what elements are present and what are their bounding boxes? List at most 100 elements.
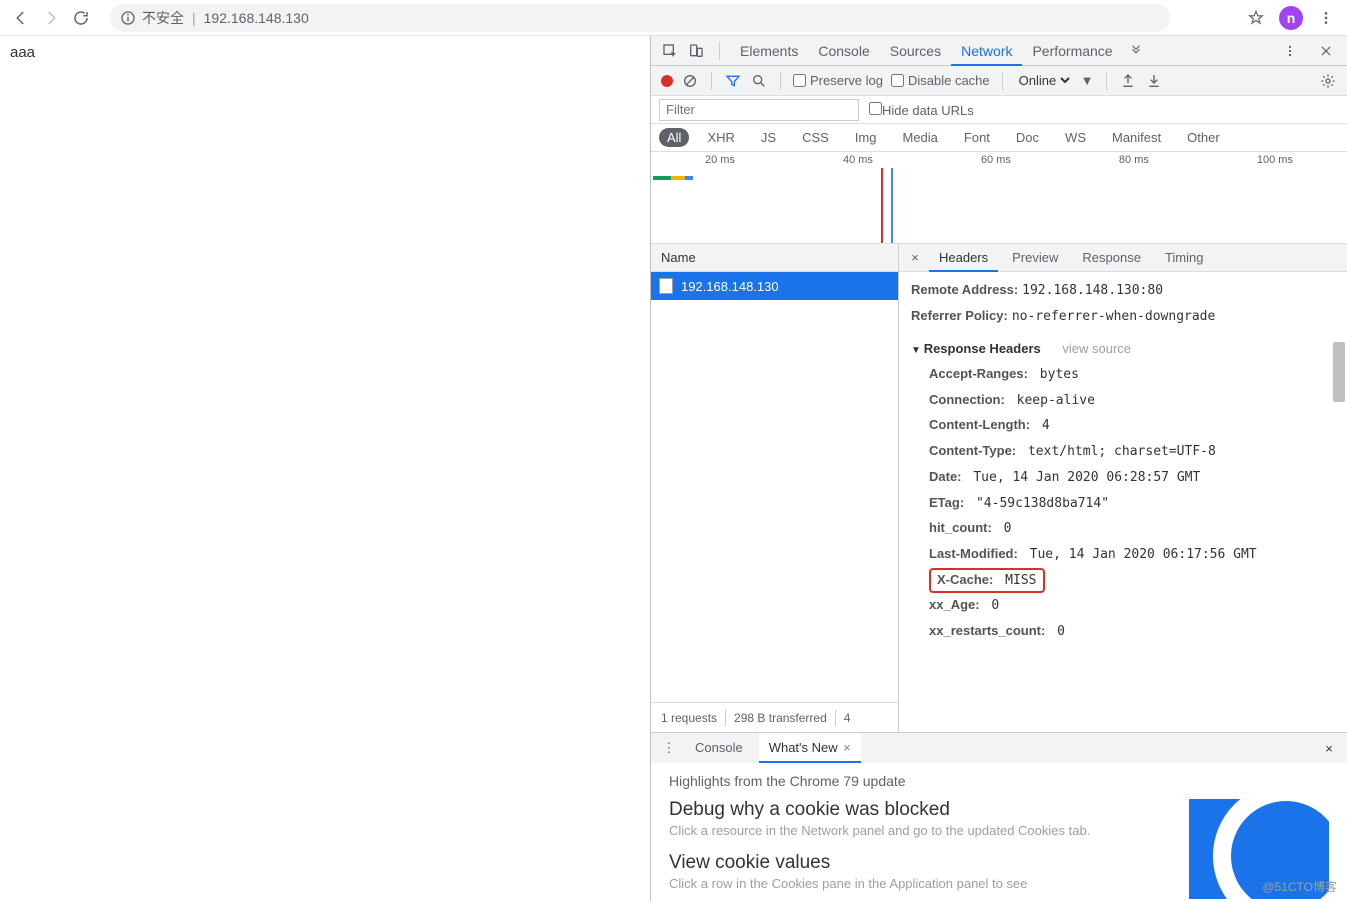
- request-list-header[interactable]: Name: [651, 244, 898, 272]
- type-filter-all[interactable]: All: [659, 128, 689, 147]
- info-icon: [120, 10, 136, 26]
- details-tab-preview[interactable]: Preview: [1002, 244, 1068, 272]
- preserve-log-checkbox[interactable]: Preserve log: [793, 73, 883, 88]
- tab-console[interactable]: Console: [808, 36, 879, 66]
- details-close-icon[interactable]: ×: [905, 250, 925, 265]
- timeline-label: 100 ms: [1257, 154, 1293, 166]
- type-filter-row: All XHR JS CSS Img Media Font Doc WS Man…: [651, 124, 1347, 152]
- details-tabs: × Headers Preview Response Timing: [899, 244, 1347, 272]
- menu-icon[interactable]: [1317, 9, 1335, 27]
- timeline-label: 20 ms: [705, 154, 735, 166]
- page-viewport: aaa: [0, 36, 650, 901]
- inspect-icon[interactable]: [657, 38, 683, 64]
- url-text: 192.168.148.130: [204, 10, 309, 26]
- disable-cache-checkbox[interactable]: Disable cache: [891, 73, 990, 88]
- headers-body[interactable]: Remote Address:192.168.148.130:80 Referr…: [899, 272, 1347, 732]
- header-row: Content-Type: text/html; charset=UTF-8: [929, 439, 1335, 465]
- timeline-label: 60 ms: [981, 154, 1011, 166]
- header-row: Remote Address:192.168.148.130:80: [911, 278, 1335, 304]
- scrollbar[interactable]: [1333, 342, 1345, 402]
- header-row: Accept-Ranges: bytes: [929, 362, 1335, 388]
- drawer-headline: Highlights from the Chrome 79 update: [669, 773, 1329, 789]
- omnibox[interactable]: 不安全 | 192.168.148.130: [110, 4, 1170, 32]
- reload-button[interactable]: [72, 9, 90, 27]
- drawer-menu-icon[interactable]: ⋮: [659, 740, 679, 756]
- timeline-label: 40 ms: [843, 154, 873, 166]
- watermark: @51CTO博客: [1262, 878, 1337, 895]
- timeline-overview[interactable]: 20 ms 40 ms 60 ms 80 ms 100 ms: [651, 152, 1347, 244]
- header-row: Connection: keep-alive: [929, 388, 1335, 414]
- drawer-tab-console[interactable]: Console: [685, 733, 753, 763]
- details-tab-timing[interactable]: Timing: [1155, 244, 1214, 272]
- overview-marker-blue: [891, 168, 893, 243]
- details-tab-headers[interactable]: Headers: [929, 244, 998, 272]
- type-filter-js[interactable]: JS: [753, 128, 784, 147]
- footer-more: 4: [844, 711, 851, 725]
- tab-performance[interactable]: Performance: [1022, 36, 1122, 66]
- hide-data-urls-checkbox[interactable]: Hide data URLs: [869, 102, 974, 118]
- drawer-tab-whatsnew[interactable]: What's New ×: [759, 733, 861, 763]
- more-tabs-icon[interactable]: [1123, 38, 1149, 64]
- drawer-tab-close-icon[interactable]: ×: [840, 740, 851, 755]
- device-icon[interactable]: [683, 38, 709, 64]
- record-button[interactable]: [661, 75, 673, 87]
- header-row: Last-Modified: Tue, 14 Jan 2020 06:17:56…: [929, 542, 1335, 568]
- devtools-close-icon[interactable]: [1313, 38, 1339, 64]
- tab-network[interactable]: Network: [951, 36, 1022, 66]
- header-row: Content-Length: 4: [929, 413, 1335, 439]
- drawer: ⋮ Console What's New × × Highlights from…: [651, 732, 1347, 901]
- forward-button[interactable]: [42, 9, 60, 27]
- insecure-label: 不安全: [142, 8, 184, 28]
- document-icon: [659, 278, 673, 294]
- devtools-tabs: Elements Console Sources Network Perform…: [651, 36, 1347, 66]
- type-filter-ws[interactable]: WS: [1057, 128, 1094, 147]
- overview-marker-red: [881, 168, 883, 243]
- header-row: Referrer Policy:no-referrer-when-downgra…: [911, 304, 1335, 330]
- profile-avatar[interactable]: n: [1279, 6, 1303, 30]
- type-filter-doc[interactable]: Doc: [1008, 128, 1047, 147]
- clear-icon[interactable]: [681, 72, 699, 90]
- settings-icon[interactable]: [1319, 72, 1337, 90]
- request-footer: 1 requests 298 B transferred 4: [651, 702, 898, 732]
- tab-sources[interactable]: Sources: [880, 36, 951, 66]
- type-filter-other[interactable]: Other: [1179, 128, 1228, 147]
- type-filter-manifest[interactable]: Manifest: [1104, 128, 1169, 147]
- overview-bars: [653, 176, 693, 180]
- header-row: hit_count: 0: [929, 516, 1335, 542]
- type-filter-font[interactable]: Font: [956, 128, 998, 147]
- request-name: 192.168.148.130: [681, 279, 779, 294]
- download-icon[interactable]: [1145, 72, 1163, 90]
- drawer-close-icon[interactable]: ×: [1319, 741, 1339, 756]
- upload-icon[interactable]: [1119, 72, 1137, 90]
- type-filter-css[interactable]: CSS: [794, 128, 837, 147]
- header-row: Date: Tue, 14 Jan 2020 06:28:57 GMT: [929, 465, 1335, 491]
- view-source-link[interactable]: view source: [1062, 341, 1131, 356]
- network-toolbar: Preserve log Disable cache Online ▼: [651, 66, 1347, 96]
- footer-transferred: 298 B transferred: [734, 711, 827, 725]
- request-list: Name 192.168.148.130 1 requests 298 B tr…: [651, 244, 899, 732]
- type-filter-img[interactable]: Img: [847, 128, 885, 147]
- type-filter-media[interactable]: Media: [894, 128, 945, 147]
- header-row: ETag: "4-59c138d8ba714": [929, 491, 1335, 517]
- search-icon[interactable]: [750, 72, 768, 90]
- request-row[interactable]: 192.168.148.130: [651, 272, 898, 300]
- footer-requests: 1 requests: [661, 711, 717, 725]
- filter-icon[interactable]: [724, 72, 742, 90]
- drawer-body: Highlights from the Chrome 79 update Deb…: [651, 763, 1347, 901]
- response-headers-section[interactable]: Response Headers: [911, 341, 1041, 356]
- details-pane: × Headers Preview Response Timing Remote…: [899, 244, 1347, 732]
- header-row: xx_restarts_count: 0: [929, 619, 1335, 645]
- browser-toolbar: 不安全 | 192.168.148.130 n: [0, 0, 1347, 36]
- throttling-select[interactable]: Online: [1015, 72, 1073, 89]
- omnibox-divider: |: [192, 10, 196, 26]
- devtools-menu-icon[interactable]: [1277, 38, 1303, 64]
- back-button[interactable]: [12, 9, 30, 27]
- filter-row: Hide data URLs: [651, 96, 1347, 124]
- details-tab-response[interactable]: Response: [1072, 244, 1151, 272]
- filter-input[interactable]: [659, 99, 859, 121]
- tab-elements[interactable]: Elements: [730, 36, 808, 66]
- type-filter-xhr[interactable]: XHR: [699, 128, 742, 147]
- page-text: aaa: [10, 44, 35, 61]
- timeline-label: 80 ms: [1119, 154, 1149, 166]
- star-icon[interactable]: [1247, 9, 1265, 27]
